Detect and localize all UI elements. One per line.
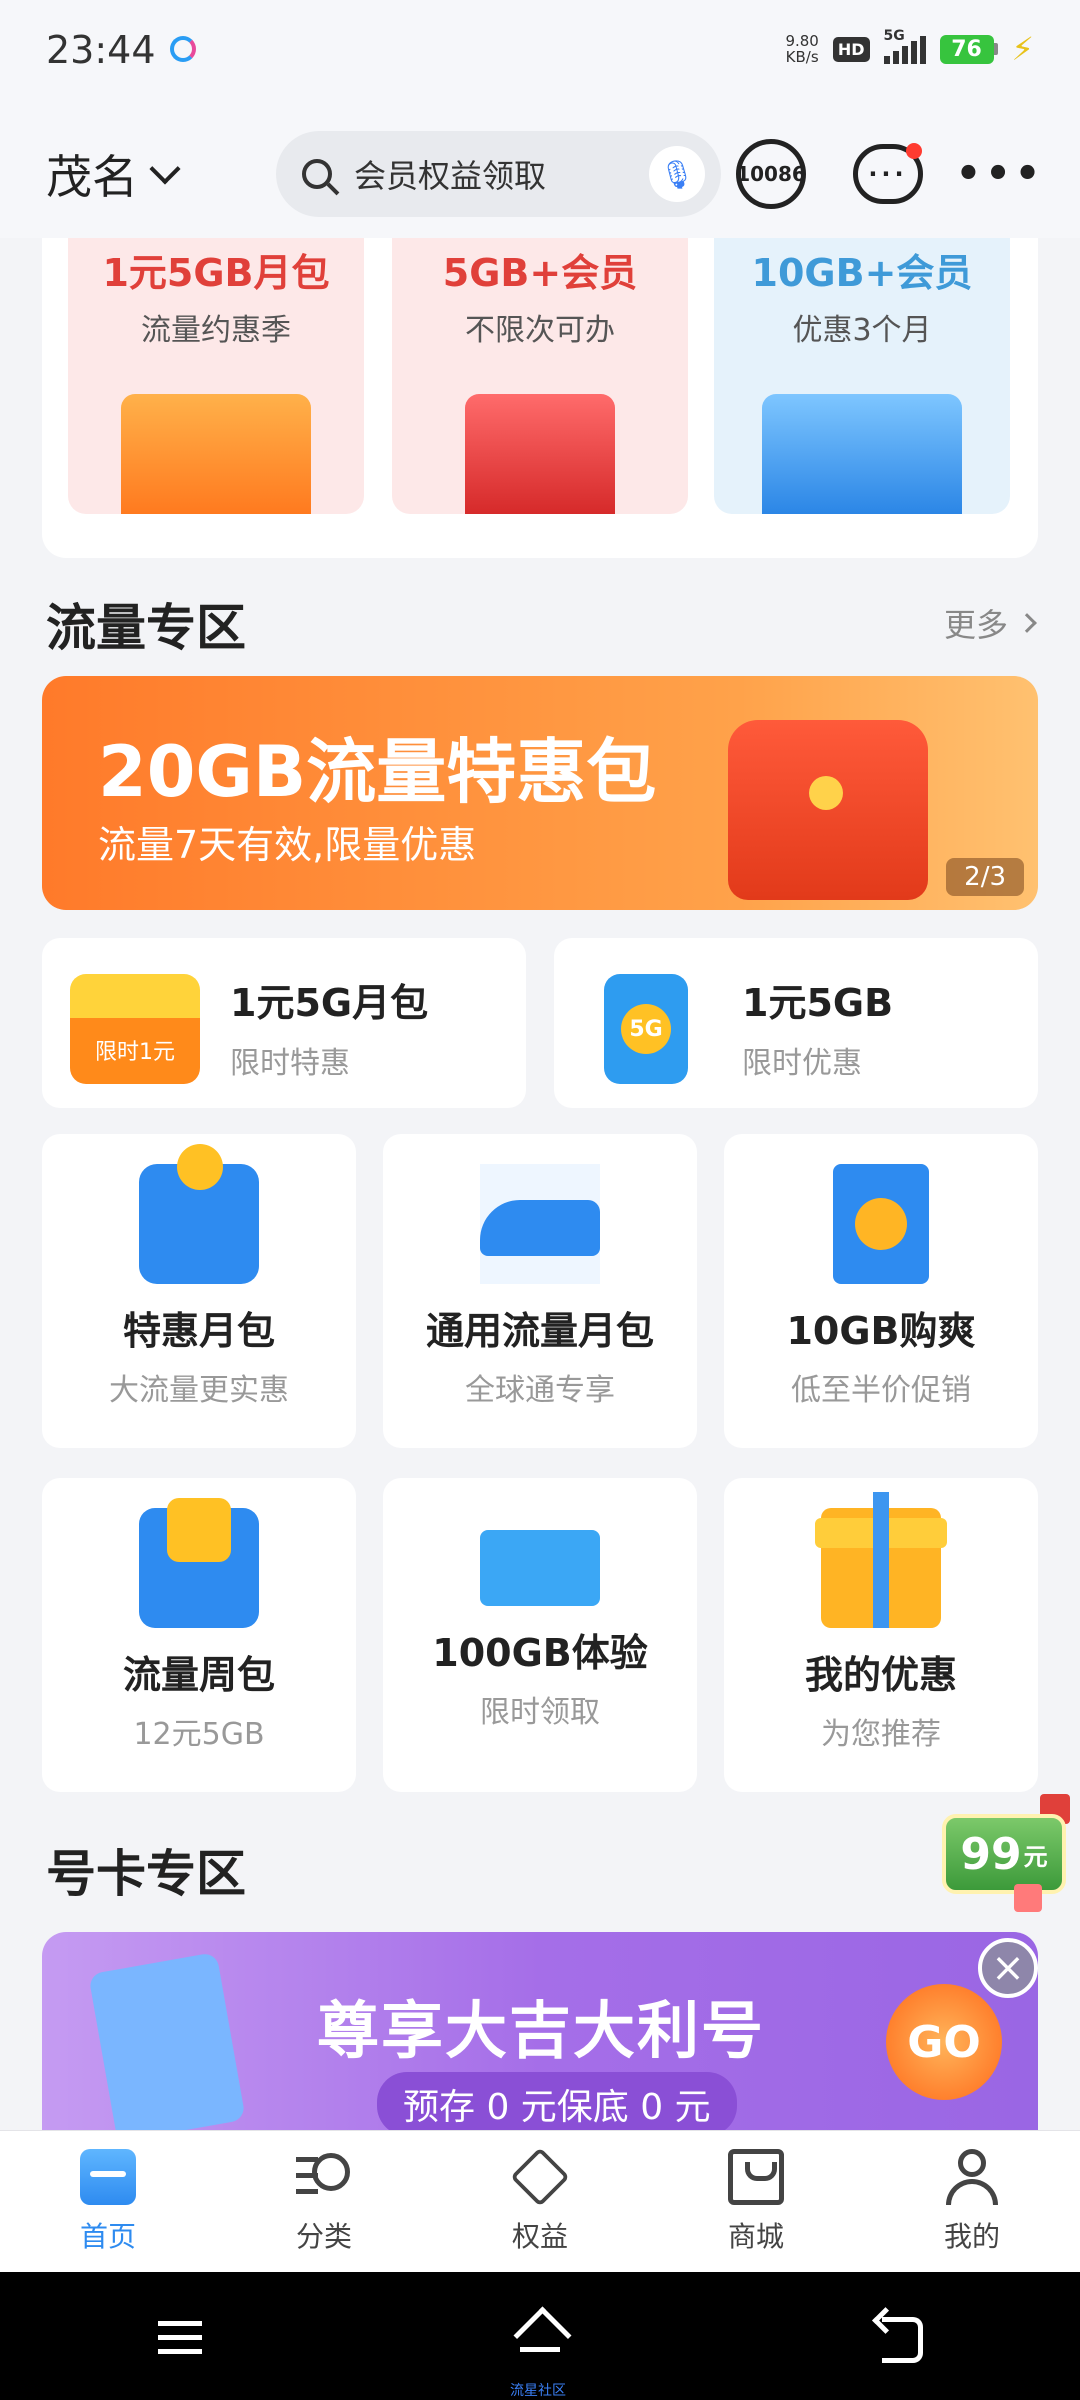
banner-subtitle: 预存 0 元保底 0 元 bbox=[377, 2072, 737, 2130]
back-icon[interactable] bbox=[870, 2311, 930, 2363]
ticket-icon bbox=[480, 1530, 600, 1606]
city-name: 茂名 bbox=[46, 150, 138, 204]
go-button[interactable]: GO bbox=[886, 1984, 1002, 2100]
promo-card[interactable]: 5GB+会员 不限次可办 bbox=[392, 238, 688, 514]
phone-illustration bbox=[88, 1952, 246, 2130]
tab-benefits[interactable]: 权益 bbox=[432, 2131, 648, 2272]
red-envelope-icon bbox=[728, 720, 928, 900]
headset-icon: 10086 bbox=[736, 139, 806, 209]
grid-item[interactable]: 100GB体验 限时领取 bbox=[383, 1478, 697, 1792]
gift-icon bbox=[1014, 1884, 1042, 1912]
diamond-icon bbox=[510, 2146, 570, 2207]
number-card-banner[interactable]: 尊享大吉大利号 预存 0 元保底 0 元 GO bbox=[42, 1932, 1038, 2130]
home-nav-icon[interactable] bbox=[510, 2311, 570, 2361]
signal-icon: 5G bbox=[883, 28, 926, 64]
tab-mall[interactable]: 商城 bbox=[648, 2131, 864, 2272]
grid-item[interactable]: 通用流量月包 全球通专享 bbox=[383, 1134, 697, 1448]
user-icon bbox=[944, 2148, 1000, 2205]
offer-card[interactable]: 限时1元 1元5G月包 限时特惠 bbox=[42, 938, 526, 1108]
promo-card[interactable]: 10GB+会员 优惠3个月 bbox=[714, 238, 1010, 514]
banner-title: 20GB流量特惠包 bbox=[98, 731, 657, 813]
search-bar[interactable]: 会员权益领取 🎙 bbox=[276, 131, 721, 217]
status-indicators: 9.80 KB/s HD 5G 76 ⚡ bbox=[785, 28, 1034, 68]
coin-icon bbox=[809, 776, 843, 810]
banner-subtitle: 流量7天有效,限量优惠 bbox=[98, 823, 477, 867]
status-bar: 23:44 9.80 KB/s HD 5G 76 ⚡ bbox=[0, 0, 1080, 110]
charging-icon: ⚡ bbox=[1011, 30, 1034, 68]
gift-box-illustration bbox=[465, 394, 615, 514]
weekly-package-icon bbox=[139, 1498, 259, 1628]
10g-card-icon bbox=[833, 1164, 929, 1284]
chevron-down-icon bbox=[149, 153, 181, 185]
reward-amount: 99 元 bbox=[942, 1814, 1066, 1894]
banner-pager: 2/3 bbox=[946, 858, 1024, 896]
microphone-icon[interactable]: 🎙 bbox=[649, 146, 705, 202]
hd-icon: HD bbox=[832, 36, 870, 62]
grid-item[interactable]: 特惠月包 大流量更实惠 bbox=[42, 1134, 356, 1448]
membership-box-illustration bbox=[762, 394, 962, 514]
section-title-traffic: 流量专区 bbox=[46, 599, 246, 657]
app-header: 茂名 会员权益领取 🎙 10086 ··· ••• bbox=[0, 110, 1080, 238]
system-hint-label: 流星社区 bbox=[510, 2383, 566, 2399]
message-icon: ··· bbox=[853, 143, 923, 204]
train-5g-icon bbox=[480, 1164, 600, 1284]
carrier-icon bbox=[170, 36, 196, 62]
system-nav-bar: 流星社区 bbox=[0, 2272, 1080, 2400]
wallet-icon bbox=[139, 1144, 259, 1284]
coupon-box-illustration bbox=[121, 394, 311, 514]
status-time: 23:44 bbox=[46, 28, 156, 72]
grid-item[interactable]: 我的优惠 为您推荐 bbox=[724, 1478, 1038, 1792]
home-content[interactable]: 1元5GB月包 流量约惠季 5GB+会员 不限次可办 10GB+会员 优惠3个月… bbox=[0, 238, 1080, 2130]
grid-item[interactable]: 10GB购爽 低至半价促销 bbox=[724, 1134, 1038, 1448]
section-title-cards: 号卡专区 bbox=[46, 1845, 246, 1903]
shopping-bag-icon bbox=[728, 2148, 784, 2205]
messages-button[interactable]: ··· bbox=[848, 132, 928, 216]
category-search-icon bbox=[296, 2149, 352, 2205]
menu-icon[interactable] bbox=[150, 2311, 210, 2361]
notification-dot bbox=[906, 143, 922, 159]
tab-category[interactable]: 分类 bbox=[216, 2131, 432, 2272]
gift-box-icon bbox=[815, 1492, 947, 1628]
chevron-right-icon bbox=[1017, 613, 1037, 633]
tab-home[interactable]: 首页 bbox=[0, 2131, 216, 2272]
grid-item[interactable]: 流量周包 12元5GB bbox=[42, 1478, 356, 1792]
bottom-tab-bar: 首页 分类 权益 商城 我的 bbox=[0, 2130, 1080, 2272]
close-icon[interactable]: × bbox=[978, 1938, 1038, 1998]
more-link[interactable]: 更多 bbox=[944, 600, 1037, 646]
traffic-banner[interactable]: 20GB流量特惠包 流量7天有效,限量优惠 2/3 bbox=[42, 676, 1038, 910]
promo-card[interactable]: 1元5GB月包 流量约惠季 bbox=[68, 238, 364, 514]
floating-reward-badge[interactable]: 99 元 bbox=[942, 1794, 1072, 1914]
city-selector[interactable]: 茂名 bbox=[46, 141, 246, 207]
customer-service-button[interactable]: 10086 bbox=[732, 132, 810, 216]
calendar-icon: 限时1元 bbox=[70, 974, 200, 1084]
tab-me[interactable]: 我的 bbox=[864, 2131, 1080, 2272]
promo-strip: 1元5GB月包 流量约惠季 5GB+会员 不限次可办 10GB+会员 优惠3个月 bbox=[42, 238, 1038, 558]
search-input[interactable]: 会员权益领取 bbox=[354, 151, 649, 197]
more-menu-icon[interactable]: ••• bbox=[956, 132, 1041, 216]
search-icon bbox=[302, 159, 332, 189]
battery-icon: 76 bbox=[939, 34, 998, 64]
banner-title: 尊享大吉大利号 bbox=[317, 1994, 766, 2067]
network-speed: 9.80 KB/s bbox=[785, 32, 819, 66]
home-icon bbox=[80, 2148, 136, 2205]
offer-card[interactable]: 5G 1元5GB 限时优惠 bbox=[554, 938, 1038, 1108]
phone-5g-icon: 5G bbox=[604, 974, 688, 1084]
